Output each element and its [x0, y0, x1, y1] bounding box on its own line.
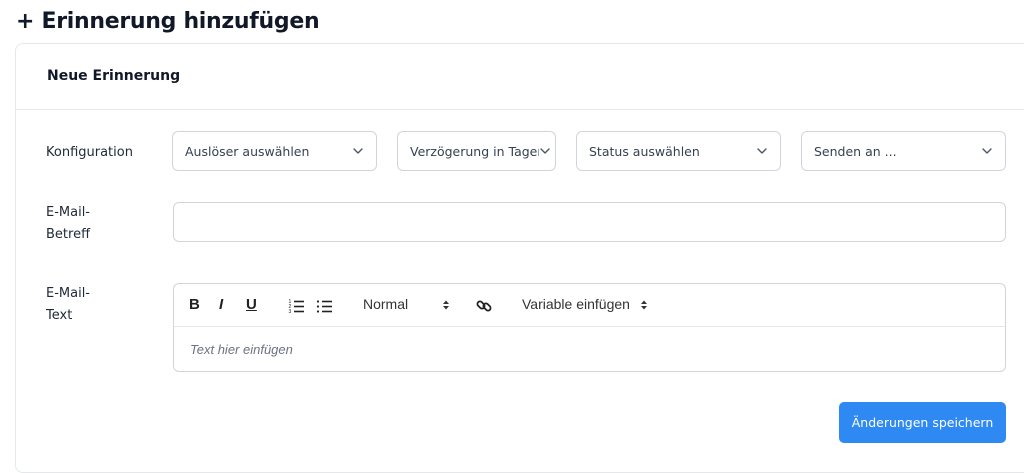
editor-placeholder[interactable]: Text hier einfügen: [190, 342, 293, 357]
body-label-line2: Text: [46, 308, 73, 323]
delay-select-value: Verzögerung in Tagen: [410, 144, 546, 159]
chevron-down-icon: [757, 148, 767, 154]
page-title: + Erinnerung hinzufügen: [16, 9, 320, 34]
body-label: E-Mail- Text: [46, 283, 90, 327]
send-to-select[interactable]: Senden an ...: [801, 131, 1006, 171]
body-editor: B I U 1 2 3 Normal Variable einfügen Tex…: [173, 283, 1006, 372]
body-label-line1: E-Mail-: [46, 286, 91, 301]
send-to-select-value: Senden an ...: [814, 144, 897, 159]
svg-text:3: 3: [289, 309, 292, 315]
subject-input[interactable]: [173, 202, 1006, 242]
underline-button[interactable]: U: [246, 296, 257, 316]
up-down-arrows-icon: [640, 300, 647, 310]
bullet-list-icon[interactable]: [316, 297, 334, 315]
chevron-down-icon: [539, 145, 551, 157]
subject-label-line1: E-Mail-: [46, 205, 91, 220]
format-select-value: Normal: [363, 296, 409, 312]
variable-select[interactable]: Variable einfügen: [522, 296, 648, 312]
card-header: Neue Erinnerung: [16, 44, 1024, 110]
trigger-select-value: Auslöser auswählen: [185, 144, 310, 159]
ordered-list-icon[interactable]: 1 2 3: [288, 297, 306, 315]
variable-select-value: Variable einfügen: [522, 296, 630, 312]
trigger-select[interactable]: Auslöser auswählen: [172, 131, 377, 171]
save-changes-button[interactable]: Änderungen speichern: [839, 402, 1006, 443]
bold-button[interactable]: B: [189, 296, 200, 316]
italic-button[interactable]: I: [219, 296, 223, 316]
subject-label-line2: Betreff: [46, 227, 91, 242]
subject-label: E-Mail- Betreff: [46, 202, 90, 246]
configuration-label: Konfiguration: [46, 145, 133, 160]
format-select[interactable]: Normal: [363, 296, 450, 312]
status-select-value: Status auswählen: [589, 144, 700, 159]
delay-select[interactable]: Verzögerung in Tagen: [397, 131, 556, 171]
status-select[interactable]: Status auswählen: [576, 131, 781, 171]
editor-toolbar: B I U 1 2 3 Normal Variable einfügen: [174, 284, 1005, 327]
chevron-down-icon: [353, 148, 363, 154]
link-icon[interactable]: [475, 297, 493, 315]
card-title: Neue Erinnerung: [47, 68, 181, 84]
up-down-arrows-icon: [443, 300, 450, 310]
chevron-down-icon: [982, 148, 992, 154]
